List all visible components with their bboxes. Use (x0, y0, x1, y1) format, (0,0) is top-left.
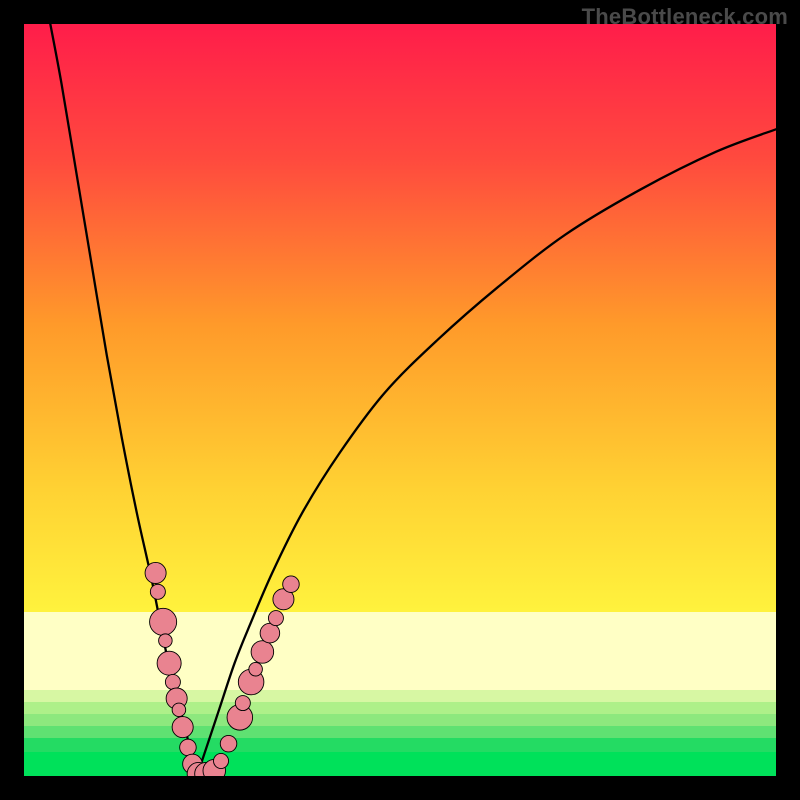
stripe-band (24, 690, 776, 702)
watermark-text: TheBottleneck.com (582, 4, 788, 30)
chart-frame: TheBottleneck.com (0, 0, 800, 800)
bottom-stripe-bands (24, 24, 776, 776)
stripe-band (24, 651, 776, 690)
stripe-band (24, 726, 776, 738)
plot-area (24, 24, 776, 776)
stripe-band (24, 612, 776, 651)
stripe-band (24, 714, 776, 726)
stripe-band (24, 738, 776, 752)
stripe-band (24, 702, 776, 714)
stripe-band (24, 752, 776, 776)
